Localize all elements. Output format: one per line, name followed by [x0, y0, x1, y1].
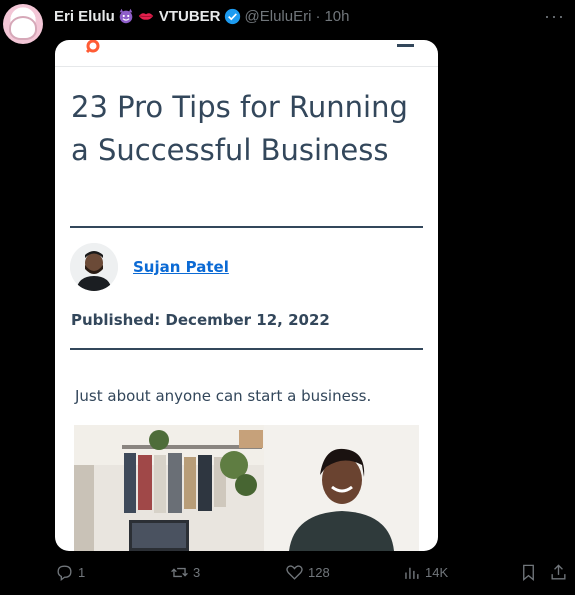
tweet-actions: 1 3 128 14K — [0, 563, 575, 587]
name-suffix: VTUBER — [158, 7, 221, 25]
views-count: 14K — [425, 565, 449, 580]
like-count: 128 — [308, 565, 330, 580]
reply-icon — [57, 565, 72, 581]
reply-button[interactable]: 1 — [55, 563, 85, 582]
separator: · — [315, 7, 321, 25]
devil-emoji-icon — [119, 8, 133, 24]
repost-button[interactable]: 3 — [170, 563, 200, 582]
share-button[interactable] — [549, 563, 568, 582]
article-nav — [55, 40, 438, 67]
views-icon — [405, 567, 419, 579]
views-button[interactable]: 14K — [402, 563, 448, 582]
divider — [70, 226, 423, 228]
verified-badge-icon — [224, 8, 240, 24]
author-avatar — [70, 243, 118, 291]
repost-icon — [171, 567, 188, 578]
bookmark-icon — [523, 564, 534, 582]
article-screenshot[interactable]: 23 Pro Tips for Running a Successful Bus… — [55, 40, 438, 551]
reply-count: 1 — [78, 565, 86, 580]
tweet-header: Eri Elulu VTUBER @EluluEri · 10h ··· — [54, 6, 575, 26]
handle[interactable]: @EluluEri — [245, 8, 312, 25]
bookmark-button[interactable] — [519, 563, 538, 582]
divider — [70, 348, 423, 350]
publish-date: Published: December 12, 2022 — [71, 311, 330, 329]
profile-avatar[interactable] — [3, 4, 43, 44]
share-icon — [551, 564, 566, 580]
more-options-icon[interactable]: ··· — [544, 6, 565, 27]
article-hero-image — [74, 425, 419, 551]
lips-emoji-icon — [138, 13, 154, 20]
like-button[interactable]: 128 — [285, 563, 330, 582]
menu-icon[interactable] — [397, 44, 414, 47]
article-lede: Just about anyone can start a business. — [75, 387, 372, 405]
like-icon — [286, 565, 303, 580]
article-headline: 23 Pro Tips for Running a Successful Bus… — [71, 90, 408, 167]
timestamp[interactable]: 10h — [324, 8, 349, 25]
author-link[interactable]: Sujan Patel — [133, 258, 229, 276]
brand-logo-icon — [85, 40, 100, 54]
repost-count: 3 — [193, 565, 201, 580]
display-name[interactable]: Eri Elulu — [54, 8, 115, 25]
